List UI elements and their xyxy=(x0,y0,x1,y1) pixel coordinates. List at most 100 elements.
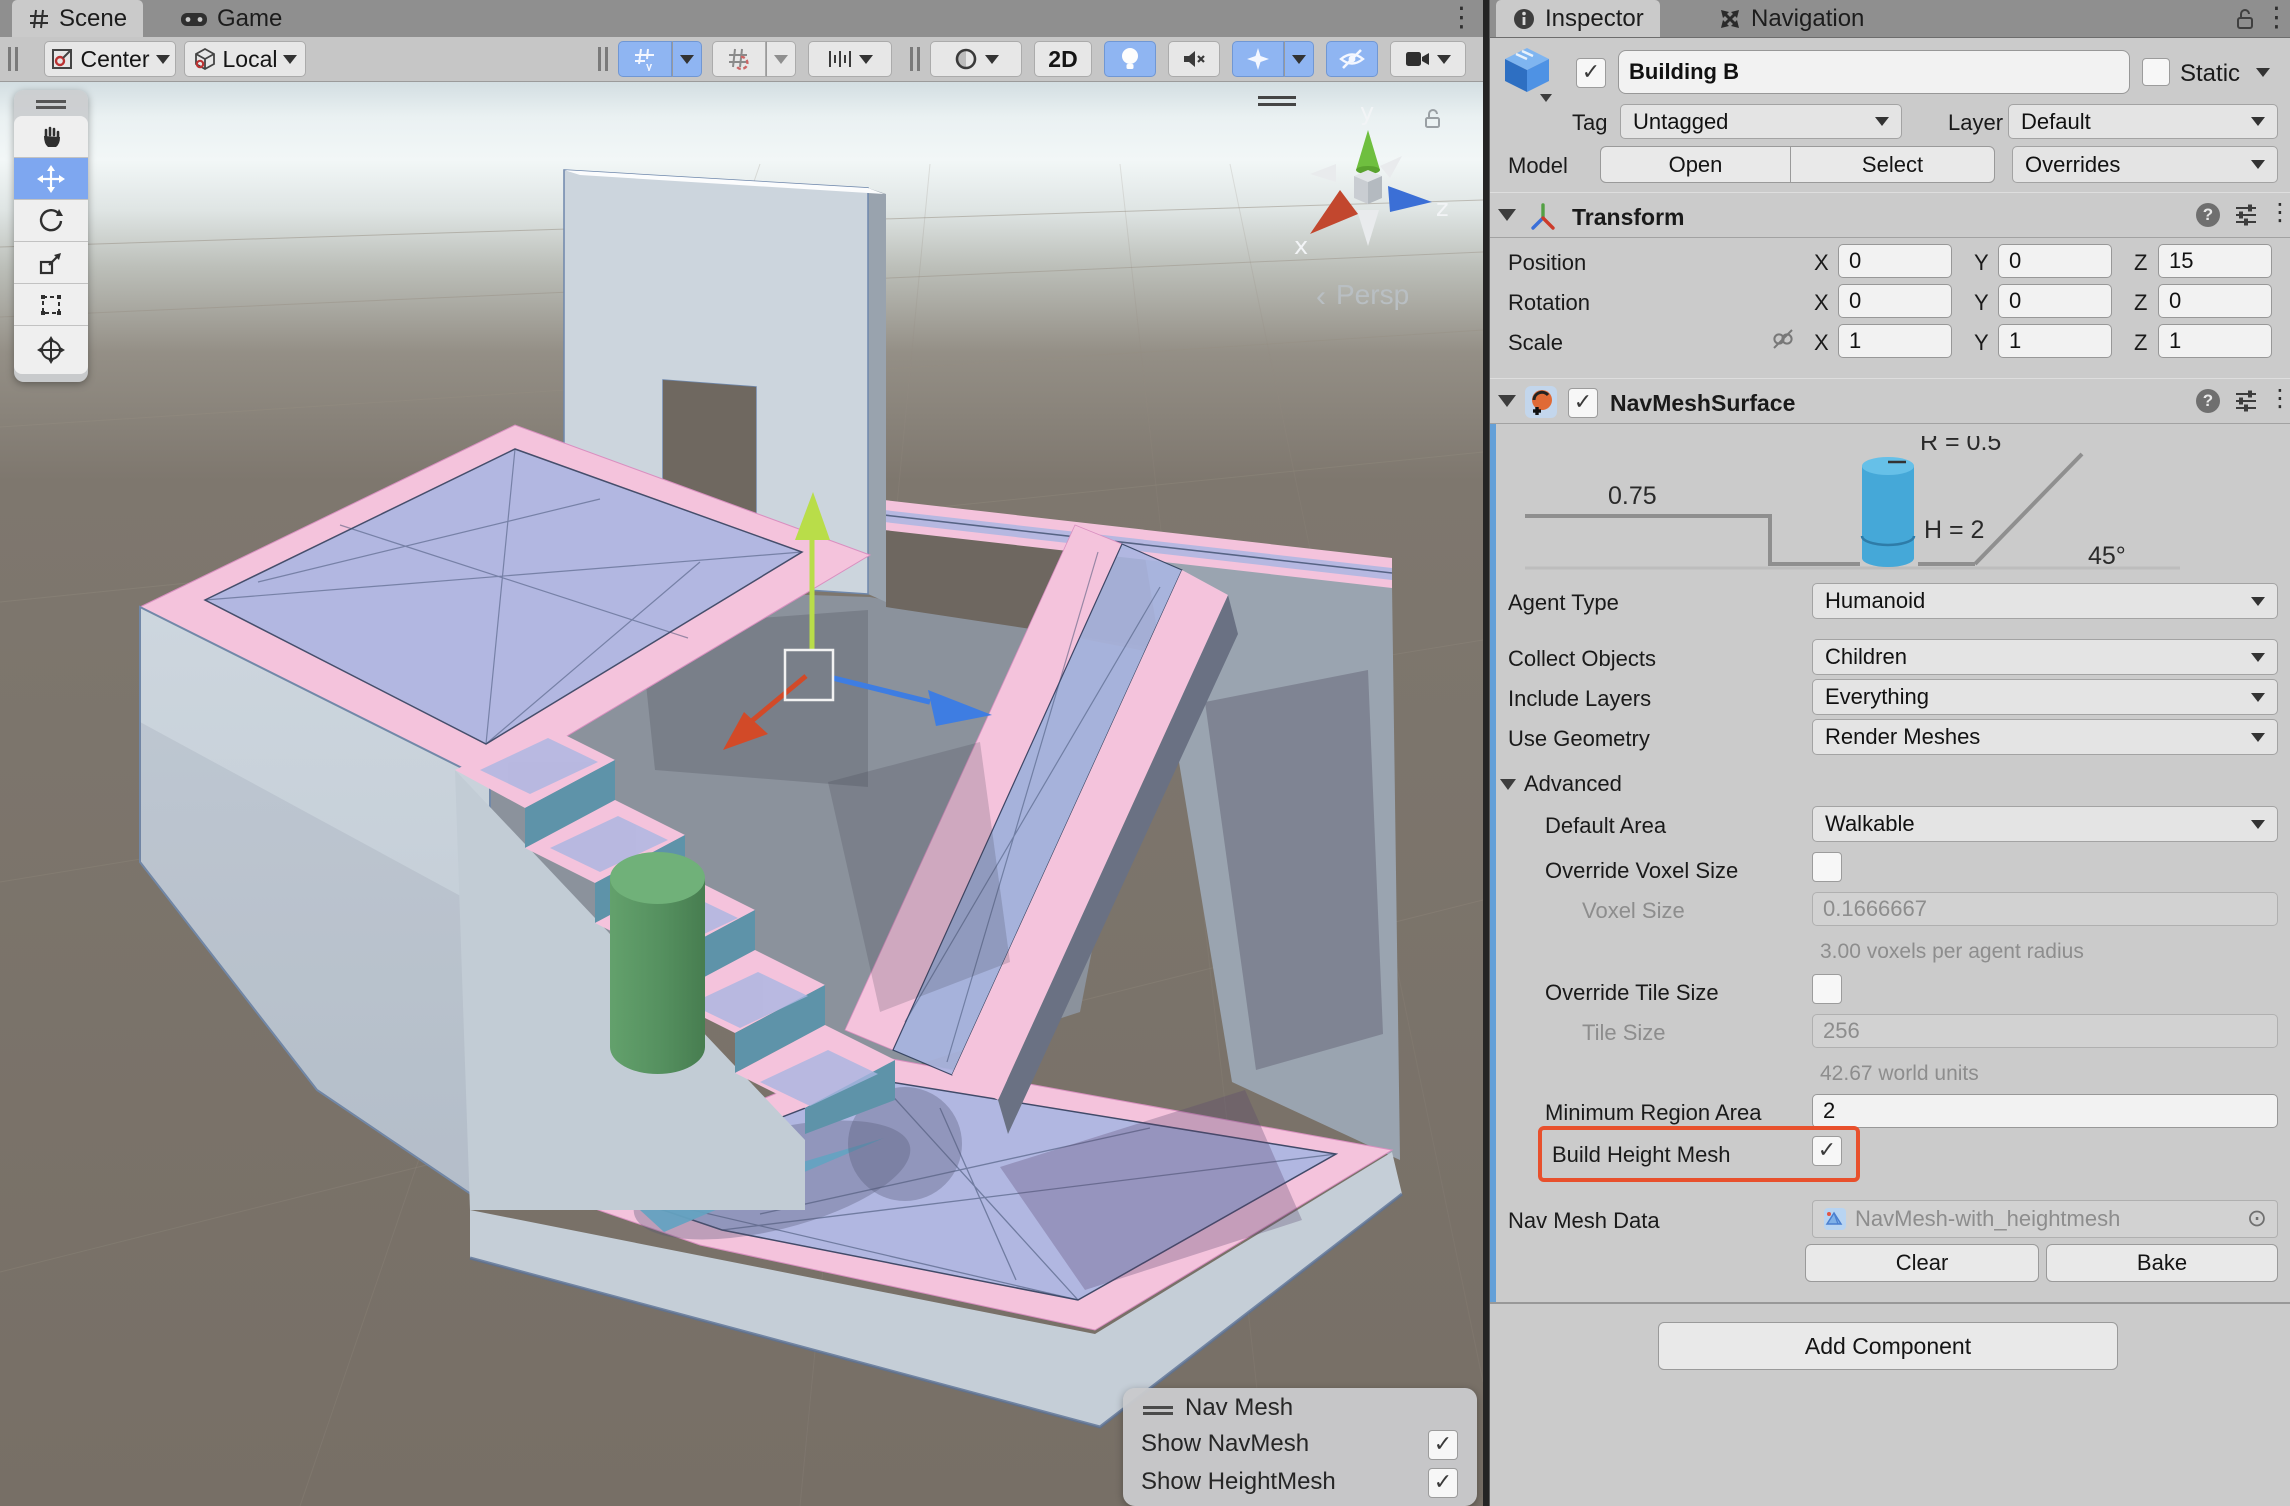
grid-visibility-toggle[interactable]: y xyxy=(618,41,672,77)
tab-game-label: Game xyxy=(217,5,282,33)
prefab-cube-icon[interactable] xyxy=(1502,46,1552,102)
tab-navigation[interactable]: Navigation xyxy=(1702,0,1880,37)
scene-visibility-icon xyxy=(1338,47,1366,71)
move-tool-button[interactable] xyxy=(14,158,88,200)
show-heightmesh-checkbox[interactable]: ✓ xyxy=(1428,1468,1458,1498)
agent-type-dropdown[interactable]: Humanoid xyxy=(1812,583,2278,619)
orientation-button[interactable]: Local xyxy=(184,41,306,77)
grid-icon xyxy=(28,8,50,30)
tab-scene[interactable]: Scene xyxy=(12,0,143,37)
rotation-y-field[interactable]: 0 xyxy=(1998,284,2112,318)
scene-menu-kebab[interactable]: ⋮ xyxy=(1448,4,1475,31)
grid-visibility-icon: y xyxy=(633,47,657,71)
lock-icon[interactable] xyxy=(2235,7,2255,31)
advanced-foldout[interactable] xyxy=(1500,779,1516,790)
effects-dropdown[interactable] xyxy=(1284,41,1314,77)
effects-toggle[interactable] xyxy=(1232,41,1284,77)
position-x-field[interactable]: 0 xyxy=(1838,244,1952,278)
object-picker-icon[interactable]: ⊙ xyxy=(2247,1207,2267,1231)
build-height-mesh-checkbox[interactable]: ✓ xyxy=(1812,1136,1842,1166)
transform-presets-icon[interactable] xyxy=(2234,203,2258,227)
bake-button[interactable]: Bake xyxy=(2046,1244,2278,1282)
scale-y-field[interactable]: 1 xyxy=(1998,324,2112,358)
scale-z-field[interactable]: 1 xyxy=(2158,324,2272,358)
grid-snap-dropdown[interactable] xyxy=(766,41,796,77)
toolbar-group-handle-2[interactable] xyxy=(910,47,922,71)
minimum-region-area-field[interactable]: 2 xyxy=(1812,1094,2278,1128)
broken-link-icon[interactable] xyxy=(1772,328,1794,350)
gameobject-enabled-checkbox[interactable]: ✓ xyxy=(1576,58,1606,88)
tile-size-field: 256 xyxy=(1812,1014,2278,1048)
hand-tool-button[interactable] xyxy=(14,116,88,158)
axis-x-label: X xyxy=(1814,250,1829,276)
static-checkbox[interactable] xyxy=(2142,58,2170,86)
scale-x-field[interactable]: 1 xyxy=(1838,324,1952,358)
transform-foldout[interactable] xyxy=(1498,209,1516,221)
clear-button[interactable]: Clear xyxy=(1805,1244,2039,1282)
projection-label[interactable]: Persp xyxy=(1336,279,1409,310)
grid-snap-toggle[interactable] xyxy=(712,41,766,77)
advanced-label[interactable]: Advanced xyxy=(1524,771,1622,797)
override-voxel-size-checkbox[interactable] xyxy=(1812,852,1842,882)
visibility-toggle[interactable] xyxy=(1326,41,1378,77)
tile-size-note: 42.67 world units xyxy=(1820,1062,1979,1086)
panel-splitter[interactable] xyxy=(1483,0,1490,1506)
collect-objects-dropdown[interactable]: Children xyxy=(1812,639,2278,675)
grid-visibility-dropdown[interactable] xyxy=(672,41,702,77)
position-y-field[interactable]: 0 xyxy=(1998,244,2112,278)
z-axis-cone[interactable] xyxy=(1388,186,1432,212)
transform-kebab[interactable]: ⋮ xyxy=(2268,201,2290,225)
gizmo-lock-icon[interactable] xyxy=(1426,110,1439,127)
shading-mode-button[interactable] xyxy=(930,41,1022,77)
navmeshsurface-help-icon[interactable]: ? xyxy=(2196,389,2220,413)
navmeshsurface-enabled-checkbox[interactable]: ✓ xyxy=(1568,388,1598,418)
palette-drag-handle[interactable] xyxy=(36,100,66,108)
default-area-dropdown[interactable]: Walkable xyxy=(1812,806,2278,842)
navmeshsurface-presets-icon[interactable] xyxy=(2234,389,2258,413)
navmesh-panel-title: Nav Mesh xyxy=(1185,1394,1293,1422)
toolbar-group-handle[interactable] xyxy=(598,47,610,71)
audio-toggle[interactable] xyxy=(1168,41,1220,77)
override-tile-size-checkbox[interactable] xyxy=(1812,974,1842,1004)
rect-tool-icon xyxy=(38,292,64,318)
position-z-field[interactable]: 15 xyxy=(2158,244,2272,278)
y-axis-cone[interactable] xyxy=(1356,130,1380,170)
transform-help-icon[interactable]: ? xyxy=(2196,203,2220,227)
navmeshsurface-foldout[interactable] xyxy=(1498,395,1516,407)
axis-cones[interactable] xyxy=(1310,130,1432,246)
toolbar-drag-handle[interactable] xyxy=(8,47,20,71)
model-select-button[interactable]: Select xyxy=(1790,146,1995,183)
nav-mesh-data-field[interactable]: NavMesh-with_heightmesh ⊙ xyxy=(1812,1200,2278,1238)
use-geometry-dropdown[interactable]: Render Meshes xyxy=(1812,719,2278,755)
scale-tool-button[interactable] xyxy=(14,242,88,284)
overrides-dropdown[interactable]: Overrides xyxy=(2012,146,2278,183)
scene-viewport[interactable]: y x z ‹ Persp Nav Mesh Show NavMesh ✓ Sh… xyxy=(0,82,1483,1506)
x-axis-cone[interactable] xyxy=(1310,190,1358,234)
tab-game[interactable]: Game xyxy=(164,0,298,37)
transform-tool-button[interactable] xyxy=(14,326,88,374)
2d-toggle[interactable]: 2D xyxy=(1034,41,1092,77)
tag-dropdown[interactable]: Untagged xyxy=(1620,104,1902,139)
rect-tool-button[interactable] xyxy=(14,284,88,326)
pivot-mode-button[interactable]: Center xyxy=(44,41,176,77)
snap-increment-button[interactable] xyxy=(808,41,892,77)
include-layers-dropdown[interactable]: Everything xyxy=(1812,679,2278,715)
navmeshsurface-kebab[interactable]: ⋮ xyxy=(2268,387,2290,411)
model-open-button[interactable]: Open xyxy=(1600,146,1791,183)
add-component-button[interactable]: Add Component xyxy=(1658,1322,2118,1370)
navmesh-panel-handle[interactable] xyxy=(1143,1406,1173,1414)
camera-button[interactable] xyxy=(1390,41,1466,77)
rotation-x-field[interactable]: 0 xyxy=(1838,284,1952,318)
tab-inspector[interactable]: Inspector xyxy=(1496,0,1660,37)
prefab-expand-arrow[interactable] xyxy=(1540,94,1552,102)
inspector-menu-kebab[interactable]: ⋮ xyxy=(2263,4,2290,31)
static-dropdown-arrow[interactable] xyxy=(2256,68,2270,77)
layer-dropdown[interactable]: Default xyxy=(2008,104,2278,139)
show-navmesh-checkbox[interactable]: ✓ xyxy=(1428,1430,1458,1460)
component-highlight-strip xyxy=(1490,424,1496,1302)
rotate-tool-button[interactable] xyxy=(14,200,88,242)
orientation-gizmo[interactable]: y x z ‹ Persp xyxy=(1280,102,1470,312)
lighting-toggle[interactable] xyxy=(1104,41,1156,77)
gameobject-name-field[interactable]: Building B xyxy=(1618,50,2130,94)
rotation-z-field[interactable]: 0 xyxy=(2158,284,2272,318)
